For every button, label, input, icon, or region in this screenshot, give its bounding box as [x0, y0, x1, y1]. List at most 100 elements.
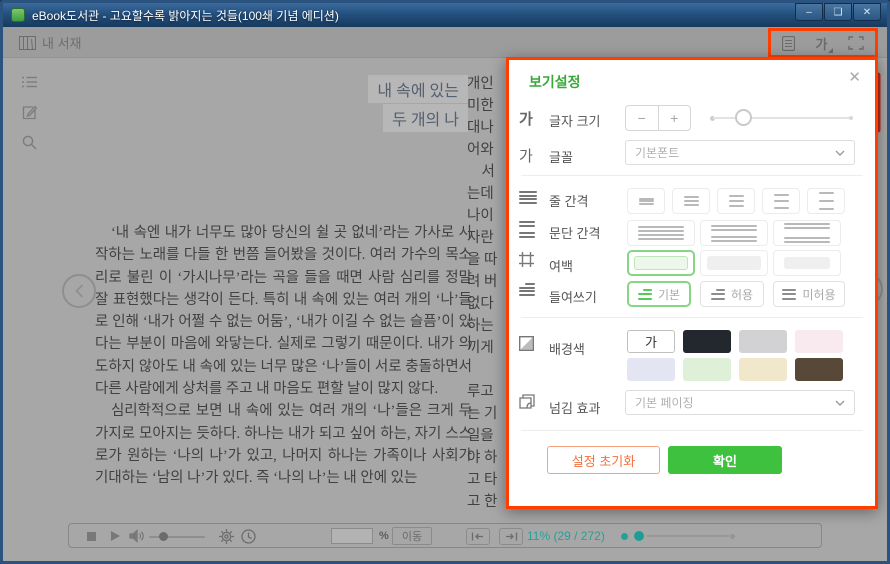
fullscreen-icon[interactable]: [848, 36, 864, 50]
font-family-dropdown[interactable]: 기본폰트: [625, 140, 855, 165]
margin-option-1-selected[interactable]: [627, 250, 695, 276]
bg-color-lavender-swatch[interactable]: [627, 358, 675, 381]
progress-marker-dot: [621, 533, 628, 540]
jump-to-end-button[interactable]: [499, 528, 523, 545]
minimize-button[interactable]: –: [795, 3, 823, 21]
font-size-increase-button[interactable]: +: [659, 106, 691, 130]
indent-option-allow[interactable]: 허용: [700, 281, 764, 307]
font-size-stepper: − +: [625, 105, 691, 131]
indent-option-default-selected[interactable]: 기본: [627, 281, 691, 307]
font-size-icon: 가: [519, 108, 533, 129]
titlebar[interactable]: eBook도서관 - 고요할수록 밝아지는 것들(100쇄 기념 에디션) – …: [3, 3, 887, 27]
book-paragraph: ‘내 속엔 내가 너무도 많아 당신의 쉴 곳 없네’라는 가사로 시작하는 노…: [95, 222, 472, 400]
confirm-button[interactable]: 확인: [668, 446, 782, 474]
volume-icon[interactable]: [129, 529, 144, 548]
volume-slider-thumb[interactable]: [159, 532, 168, 541]
stop-icon[interactable]: [87, 532, 96, 541]
table-of-contents-icon[interactable]: [22, 75, 37, 93]
font-family-label: 글꼴: [549, 147, 573, 166]
panel-divider: [521, 317, 863, 318]
line-spacing-option-4[interactable]: [762, 188, 800, 214]
prev-page-button[interactable]: [62, 274, 96, 308]
indent-option-label: 허용: [731, 286, 753, 303]
panel-close-icon[interactable]: ✕: [848, 68, 861, 86]
play-icon[interactable]: [111, 531, 120, 541]
line-spacing-option-5[interactable]: [807, 188, 845, 214]
maximize-button[interactable]: ❑: [824, 3, 852, 21]
my-library-button[interactable]: 내 서재: [19, 33, 82, 52]
font-size-label: 글자 크기: [549, 111, 600, 130]
reader-topbar: 내 서재 가: [3, 27, 887, 58]
page-transition-label: 넘김 효과: [549, 398, 600, 417]
bg-color-dark-swatch[interactable]: [683, 330, 731, 353]
progress-slider-thumb[interactable]: [634, 531, 644, 541]
bg-color-gray-swatch[interactable]: [739, 330, 787, 353]
note-edit-icon[interactable]: [22, 105, 37, 125]
panel-divider: [521, 430, 863, 431]
reset-settings-button[interactable]: 설정 초기화: [547, 446, 660, 474]
page-transition-value: 기본 페이징: [635, 394, 694, 411]
background-color-label: 배경색: [549, 339, 585, 358]
line-spacing-label: 줄 간격: [549, 191, 589, 210]
line-spacing-option-1[interactable]: [627, 188, 665, 214]
search-icon[interactable]: [22, 135, 37, 155]
chevron-down-icon: [835, 150, 845, 156]
bookshelf-icon: [19, 36, 36, 50]
bg-color-green-swatch[interactable]: [683, 358, 731, 381]
reading-progress-text: 11% (29 / 272): [527, 529, 605, 543]
paragraph-spacing-label: 문단 간격: [549, 223, 600, 242]
gear-icon[interactable]: [219, 529, 234, 549]
goto-button[interactable]: 이동: [392, 527, 432, 545]
indent-label: 들여쓰기: [549, 287, 597, 306]
progress-slider-track[interactable]: [647, 535, 729, 537]
reader-content: 내 서재 가: [3, 27, 887, 561]
line-spacing-option-3[interactable]: [717, 188, 755, 214]
jump-to-start-button[interactable]: [466, 528, 490, 545]
app-window: eBook도서관 - 고요할수록 밝아지는 것들(100쇄 기념 에디션) – …: [0, 0, 890, 564]
my-library-label: 내 서재: [42, 33, 82, 52]
view-settings-icon[interactable]: [782, 36, 795, 51]
bg-color-brown-swatch[interactable]: [795, 358, 843, 381]
indent-option-label: 미허용: [802, 286, 835, 303]
book-paragraph: 심리학적으로 보면 내 속에 있는 여러 개의 ‘나’들은 크게 두 가지로 모…: [95, 400, 472, 489]
indent-option-disallow[interactable]: 미허용: [773, 281, 845, 307]
bg-color-pink-swatch[interactable]: [795, 330, 843, 353]
background-color-icon: [519, 336, 534, 356]
panel-title: 보기설정: [529, 72, 581, 92]
paragraph-spacing-option-2[interactable]: [700, 220, 768, 246]
line-spacing-option-2[interactable]: [672, 188, 710, 214]
font-family-icon: 가: [519, 145, 533, 166]
chapter-title-line2: 두 개의 나: [383, 104, 468, 132]
close-button[interactable]: ✕: [853, 3, 881, 21]
font-size-slider-track[interactable]: [713, 117, 851, 119]
font-size-slider-max-dot: [849, 116, 853, 120]
playback-toolbar: % 이동 11% (29 / 272): [68, 523, 822, 548]
font-size-decrease-button[interactable]: −: [626, 106, 659, 130]
page-percent-input[interactable]: [331, 528, 373, 544]
font-family-value: 기본폰트: [635, 144, 679, 161]
percent-symbol: %: [379, 530, 389, 542]
panel-divider: [521, 175, 863, 176]
view-settings-panel: 보기설정 ✕ 가 글자 크기 − + 가 글꼴 기본폰트 줄 간격: [506, 57, 878, 509]
paragraph-spacing-option-1[interactable]: [627, 220, 695, 246]
margin-label: 여백: [549, 256, 573, 275]
chevron-left-icon: [75, 284, 84, 298]
bg-color-beige-swatch[interactable]: [739, 358, 787, 381]
app-icon: [11, 8, 25, 22]
volume-slider[interactable]: [149, 536, 205, 538]
font-settings-icon[interactable]: 가: [816, 34, 828, 53]
page-transition-dropdown[interactable]: 기본 페이징: [625, 390, 855, 415]
margin-option-3[interactable]: [773, 250, 841, 276]
font-size-slider-thumb[interactable]: [735, 109, 752, 126]
history-clock-icon[interactable]: [241, 529, 256, 549]
indent-icon: [519, 283, 535, 296]
bg-color-white-swatch[interactable]: 가: [627, 330, 675, 353]
book-page-text: ‘내 속엔 내가 너무도 많아 당신의 쉴 곳 없네’라는 가사로 시작하는 노…: [95, 222, 472, 490]
indent-option-label: 기본: [658, 286, 680, 303]
margin-option-2[interactable]: [700, 250, 768, 276]
chapter-title-line1: 내 속에 있는: [368, 75, 468, 103]
page-transition-icon: [519, 394, 535, 414]
margin-icon: [519, 252, 534, 272]
view-tools-highlight-box: 가: [768, 28, 878, 58]
paragraph-spacing-option-3[interactable]: [773, 220, 841, 246]
